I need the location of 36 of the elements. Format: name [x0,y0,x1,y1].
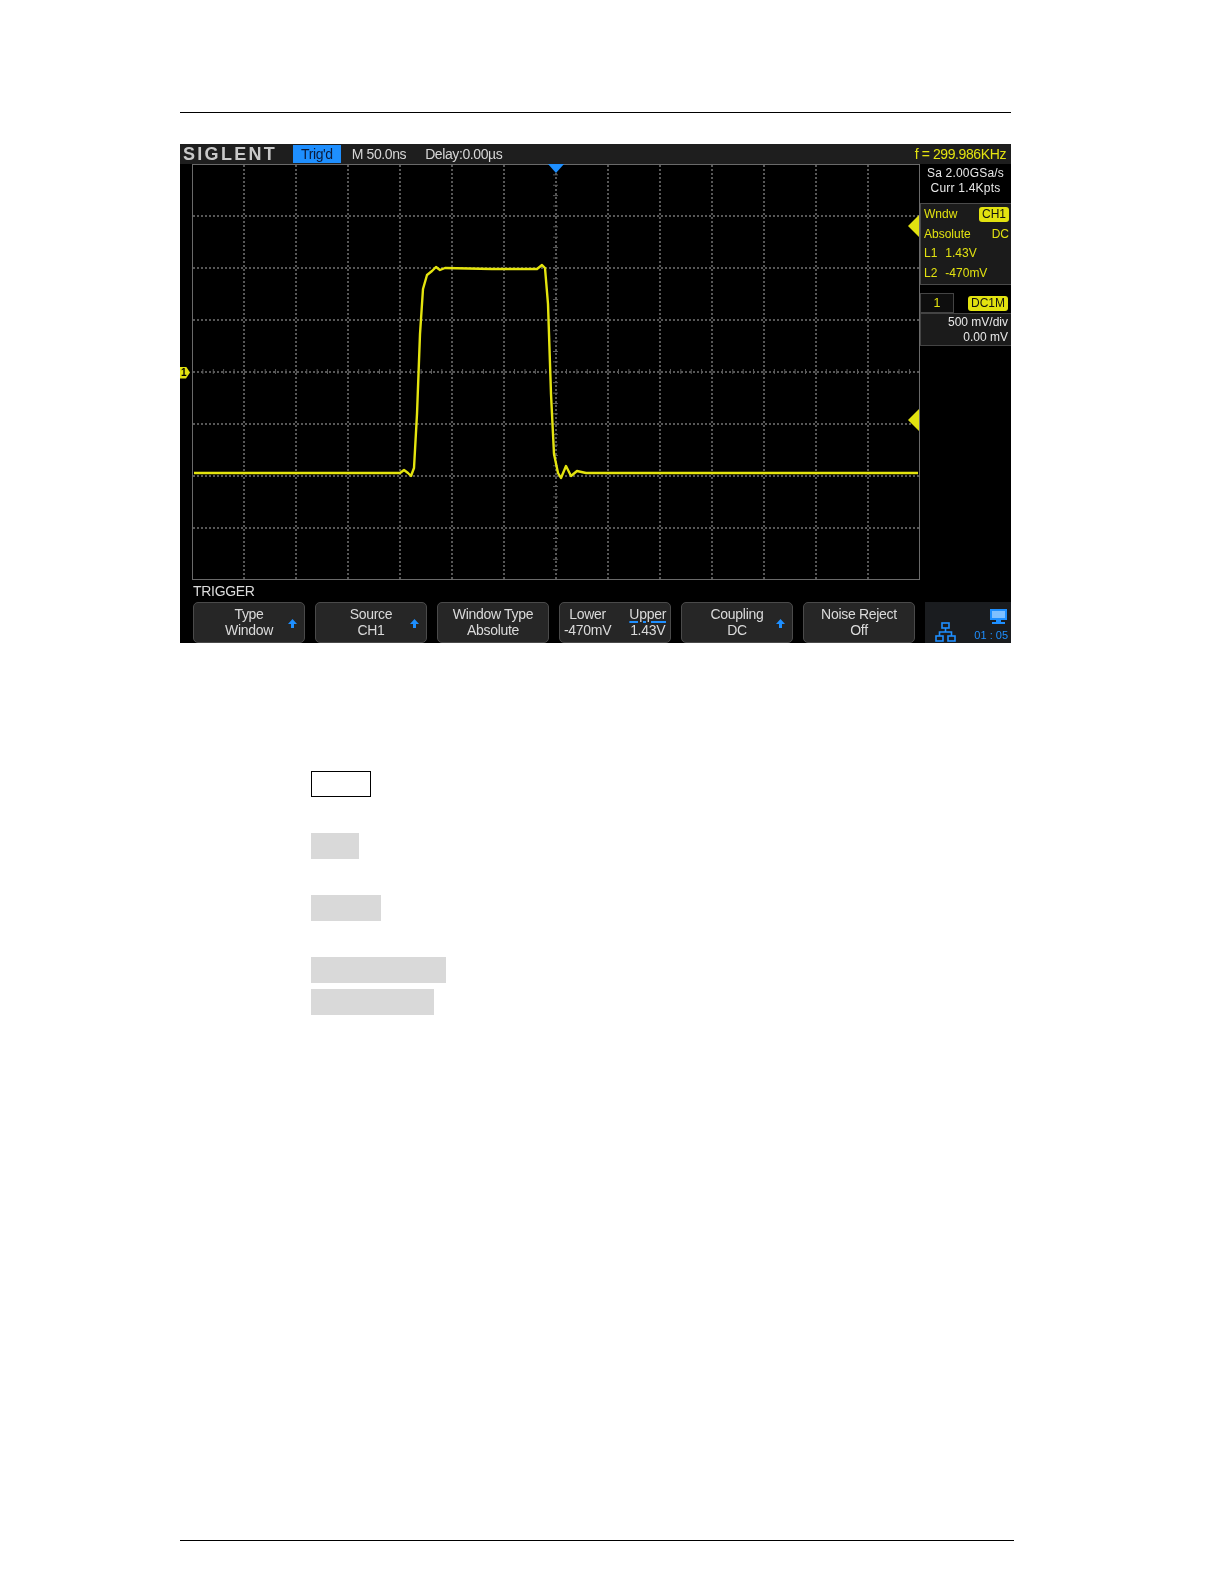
channel-marker: 1 [180,366,190,379]
scale-readout: 500 mV/div [947,314,1008,330]
softkey-button[interactable]: Window Type Absolute [437,602,549,643]
level-value: 1.43V [945,246,977,262]
softkey-button[interactable]: Coupling DC [681,602,793,643]
shaded-block [311,833,359,859]
clock-time: 01 : 05 [974,628,1008,642]
channel-number: 1 [920,293,954,313]
softkey-button[interactable]: Type Window [193,602,305,643]
softkey-option[interactable]: Upper 1.43V [629,606,666,642]
window-type-text: Absolute [924,226,971,242]
trigger-level-icon [908,409,919,431]
shaded-block [311,895,381,921]
timebase-readout: M 50.0ns [351,145,407,164]
trigger-status: Trig'd [293,145,341,163]
menu-title: TRIGGER [193,582,255,601]
level-value: -470mV [945,265,988,281]
source-badge: CH1 [979,207,1009,223]
frequency-readout: f = 299.986KHz [914,145,1006,164]
sample-rate-text: Sa 2.00GSa/s [926,165,1005,181]
monitor-icon [989,608,1008,625]
network-icon [935,622,956,642]
memory-depth-text: Curr 1.4Kpts [930,180,1001,196]
offset-readout: 0.00 mV [963,329,1008,345]
softkey-button[interactable]: Source CH1 [315,602,427,643]
brand-logo: SIGLENT [183,144,278,164]
level-label: L2 [924,265,938,281]
level-label: L1 [924,246,938,262]
delay-readout: Delay:0.00µs [425,145,503,164]
coupling-text: DC [991,226,1009,242]
coupling-badge: DC1M [968,295,1008,311]
outlined-box [311,771,371,797]
softkey-button[interactable]: Lower -470mV Upper 1.43V [559,602,671,643]
softkey-button[interactable]: Noise Reject Off [803,602,915,643]
softkey-option[interactable]: Lower -470mV [564,606,612,642]
trigger-type-text: Wndw [924,207,958,223]
